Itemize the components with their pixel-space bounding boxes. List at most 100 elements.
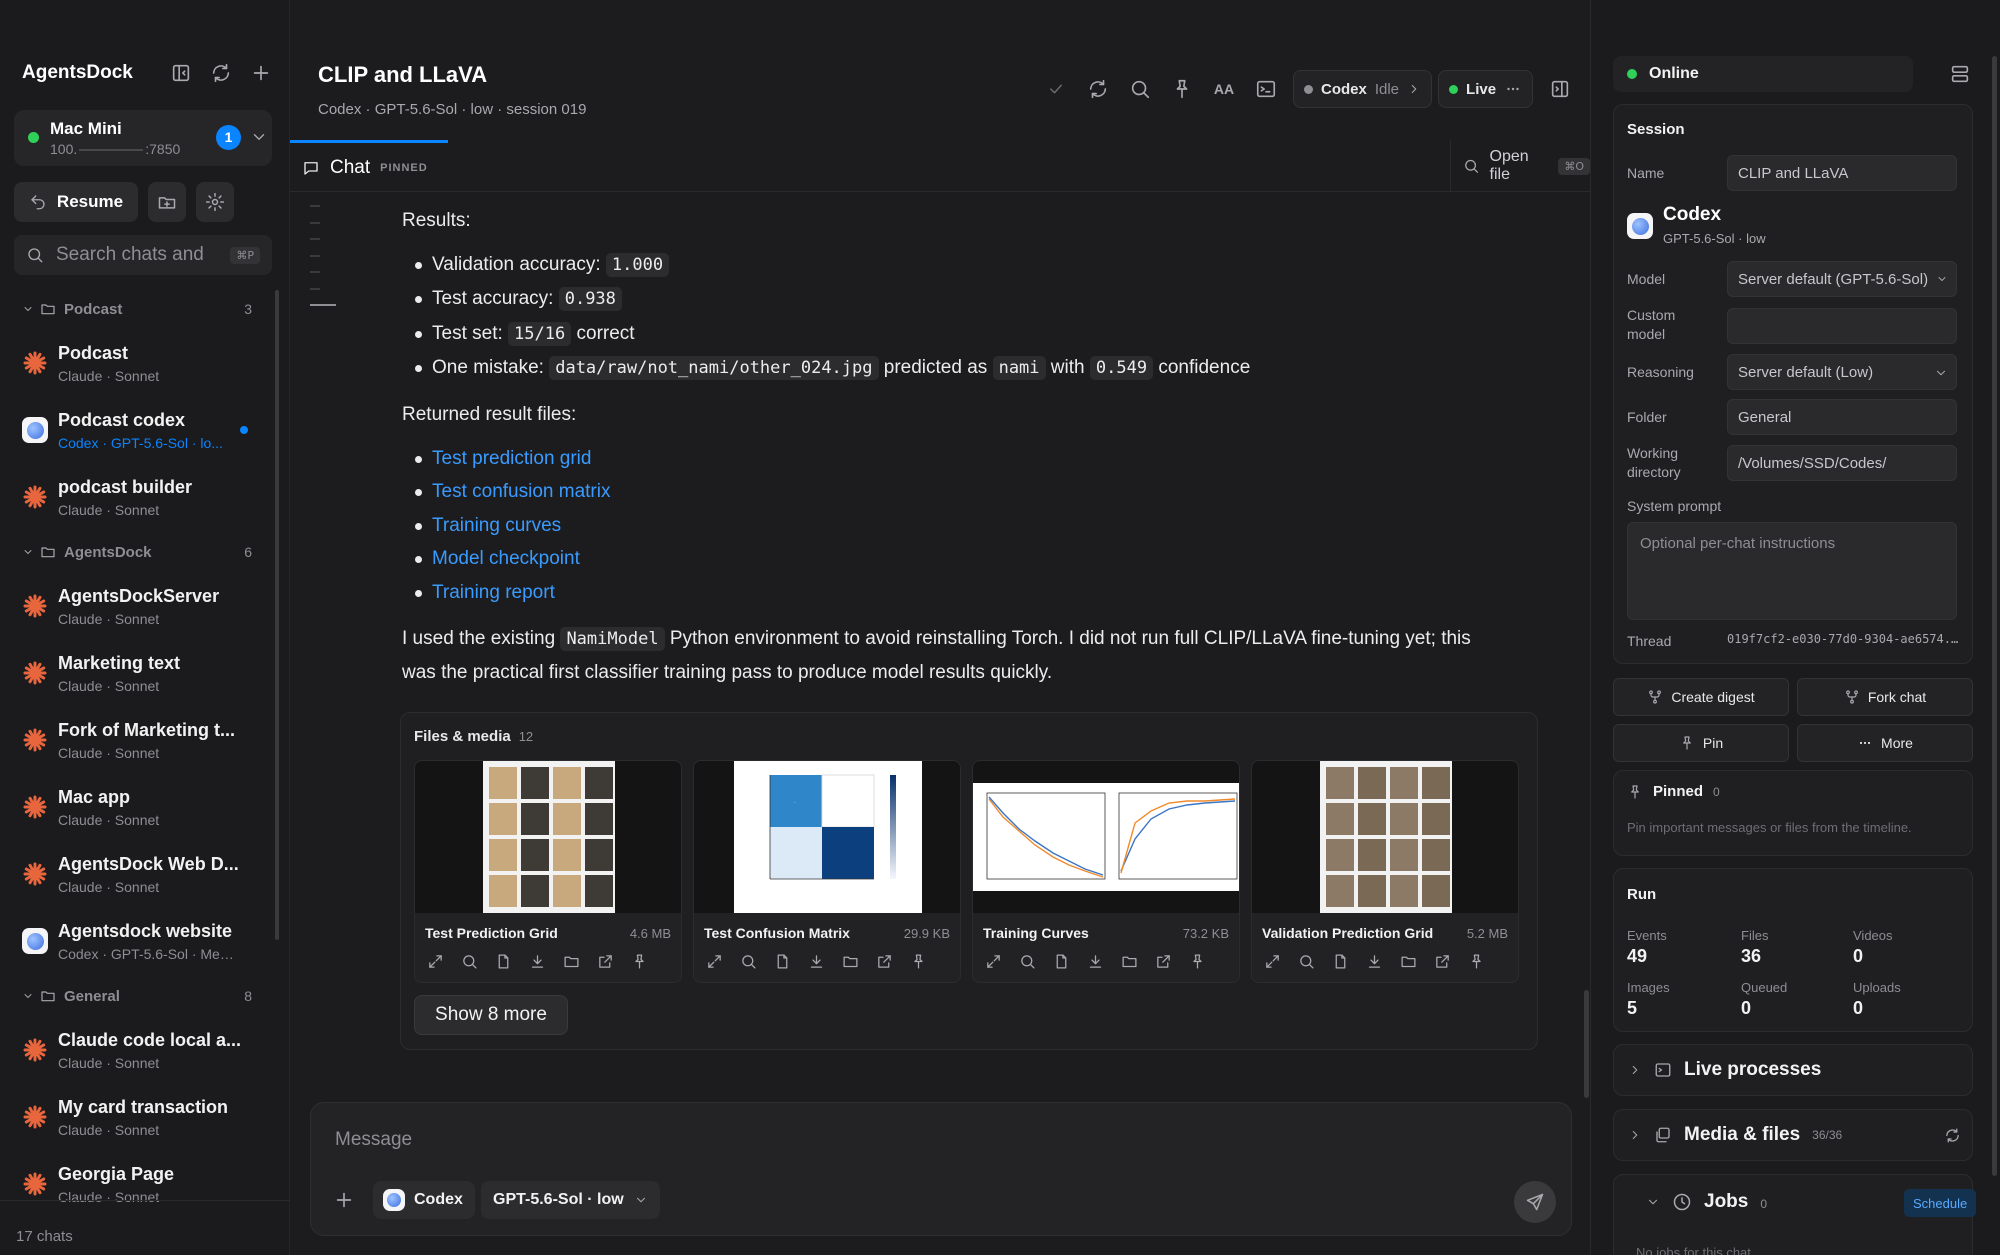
more-button[interactable]: More xyxy=(1797,724,1973,762)
chat-search[interactable]: Search chats and ⌘P xyxy=(14,235,272,275)
search-input[interactable]: Search chats and xyxy=(56,244,218,266)
model-selector[interactable]: GPT-5.6-Sol · low xyxy=(481,1181,660,1219)
tab-chat[interactable]: Chat PINNED xyxy=(290,140,448,192)
pin-icon[interactable] xyxy=(631,953,648,970)
refresh-icon[interactable] xyxy=(1077,71,1119,107)
zoom-icon[interactable] xyxy=(461,953,478,970)
link-model-checkpoint[interactable]: Model checkpoint xyxy=(432,548,580,569)
media-card[interactable]: Validation Prediction Grid 5.2 MB xyxy=(1251,760,1519,983)
download-icon[interactable] xyxy=(1366,953,1383,970)
zoom-icon[interactable] xyxy=(1019,953,1036,970)
media-card[interactable]: Training Curves 73.2 KB xyxy=(972,760,1240,983)
settings-button[interactable] xyxy=(196,182,234,222)
link-training-curves[interactable]: Training curves xyxy=(432,515,561,536)
refresh-icon[interactable] xyxy=(210,62,232,84)
sidebar-scrollbar[interactable] xyxy=(275,290,279,940)
attach-plus-icon[interactable] xyxy=(333,1189,355,1211)
pin-icon[interactable] xyxy=(1161,71,1203,107)
pin-icon[interactable] xyxy=(1189,953,1206,970)
check-icon[interactable] xyxy=(1035,71,1077,107)
chat-item[interactable]: AgentsDock Web D... Claude · Sonnet xyxy=(0,841,274,908)
folder-icon[interactable] xyxy=(1121,953,1138,970)
sidebar-toggle-icon[interactable] xyxy=(170,62,192,84)
device-selector[interactable]: Mac Mini 100.:7850 1 xyxy=(14,110,272,166)
expand-icon[interactable] xyxy=(1264,953,1281,970)
file-icon[interactable] xyxy=(774,953,791,970)
send-button[interactable] xyxy=(1514,1181,1556,1223)
pin-icon[interactable] xyxy=(1468,953,1485,970)
expand-icon[interactable] xyxy=(427,953,444,970)
reasoning-select[interactable]: Server default (Low) xyxy=(1727,354,1957,390)
file-icon[interactable] xyxy=(495,953,512,970)
panel-scrollbar[interactable] xyxy=(1992,56,1997,1176)
live-processes-section[interactable]: Live processes xyxy=(1613,1044,1973,1096)
media-files-section[interactable]: Media & files 36/36 xyxy=(1613,1109,1973,1161)
chat-item[interactable]: podcast builder Claude · Sonnet xyxy=(0,464,274,531)
link-test-confusion-matrix[interactable]: Test confusion matrix xyxy=(432,481,610,502)
agent-selector[interactable]: Codex xyxy=(373,1181,475,1219)
timeline-minimap[interactable] xyxy=(310,205,336,321)
media-card[interactable]: Test Prediction Grid 4.6 MB xyxy=(414,760,682,983)
search-icon[interactable] xyxy=(1119,71,1161,107)
panel-toggle-icon[interactable] xyxy=(1539,71,1581,107)
expand-icon[interactable] xyxy=(706,953,723,970)
message-input[interactable]: Message xyxy=(335,1129,412,1151)
new-chat-icon[interactable] xyxy=(250,62,272,84)
download-icon[interactable] xyxy=(529,953,546,970)
refresh-icon[interactable] xyxy=(1944,1127,1961,1144)
show-more-button[interactable]: Show 8 more xyxy=(414,995,568,1035)
system-prompt-input[interactable]: Optional per-chat instructions xyxy=(1627,522,1957,620)
chat-item[interactable]: Mac app Claude · Sonnet xyxy=(0,774,274,841)
working-directory-input[interactable]: /Volumes/SSD/Codes/ xyxy=(1727,445,1957,481)
chat-item[interactable]: AgentsDockServer Claude · Sonnet xyxy=(0,573,274,640)
folder-group-general[interactable]: General 8 xyxy=(0,975,274,1017)
create-digest-button[interactable]: Create digest xyxy=(1613,678,1789,716)
media-thumbnail[interactable] xyxy=(415,761,681,913)
custom-model-input[interactable] xyxy=(1727,308,1957,344)
chat-item[interactable]: Podcast codex Codex · GPT-5.6-Sol · lo... xyxy=(0,397,274,464)
agent-status-pill[interactable]: Codex Idle xyxy=(1293,70,1433,108)
download-icon[interactable] xyxy=(808,953,825,970)
external-link-icon[interactable] xyxy=(876,953,893,970)
font-size-icon[interactable]: AA xyxy=(1203,71,1245,107)
schedule-button[interactable]: Schedule xyxy=(1904,1189,1977,1217)
layout-icon[interactable] xyxy=(1949,63,1971,85)
terminal-icon[interactable] xyxy=(1245,71,1287,107)
pin-button[interactable]: Pin xyxy=(1613,724,1789,762)
link-test-prediction-grid[interactable]: Test prediction grid xyxy=(432,448,591,469)
download-icon[interactable] xyxy=(1087,953,1104,970)
folder-group-agentsdock[interactable]: AgentsDock 6 xyxy=(0,531,274,573)
model-select[interactable]: Server default (GPT-5.6-Sol) xyxy=(1727,261,1957,297)
folder-icon[interactable] xyxy=(842,953,859,970)
open-file-button[interactable]: Open file ⌘O xyxy=(1450,140,1590,192)
file-icon[interactable] xyxy=(1053,953,1070,970)
zoom-icon[interactable] xyxy=(740,953,757,970)
media-card[interactable]: · Test Confusion Matrix 29.9 KB xyxy=(693,760,961,983)
pin-icon[interactable] xyxy=(910,953,927,970)
zoom-icon[interactable] xyxy=(1298,953,1315,970)
live-pill[interactable]: Live xyxy=(1438,70,1534,108)
folder-group-podcast[interactable]: Podcast 3 xyxy=(0,288,274,330)
main-scrollbar[interactable] xyxy=(1584,990,1589,1098)
chat-item[interactable]: Agentsdock website Codex · GPT-5.6-Sol · … xyxy=(0,908,274,975)
chat-item[interactable]: Podcast Claude · Sonnet xyxy=(0,330,274,397)
chevron-down-icon[interactable] xyxy=(250,128,268,146)
expand-icon[interactable] xyxy=(985,953,1002,970)
chat-item[interactable]: Fork of Marketing t... Claude · Sonnet xyxy=(0,707,274,774)
folder-input[interactable]: General xyxy=(1727,399,1957,435)
folder-icon[interactable] xyxy=(1400,953,1417,970)
resume-button[interactable]: Resume xyxy=(14,182,138,222)
media-thumbnail[interactable] xyxy=(973,761,1239,913)
folder-icon[interactable] xyxy=(563,953,580,970)
file-icon[interactable] xyxy=(1332,953,1349,970)
session-name-input[interactable]: CLIP and LLaVA xyxy=(1727,155,1957,191)
chat-item[interactable]: Claude code local a... Claude · Sonnet xyxy=(0,1017,274,1084)
media-thumbnail[interactable] xyxy=(1252,761,1518,913)
external-link-icon[interactable] xyxy=(597,953,614,970)
link-training-report[interactable]: Training report xyxy=(432,582,555,603)
jobs-section[interactable]: Jobs 0 Schedule No jobs for this chat xyxy=(1613,1174,1977,1255)
external-link-icon[interactable] xyxy=(1434,953,1451,970)
media-thumbnail[interactable]: · xyxy=(694,761,960,913)
new-folder-button[interactable] xyxy=(148,182,186,222)
external-link-icon[interactable] xyxy=(1155,953,1172,970)
